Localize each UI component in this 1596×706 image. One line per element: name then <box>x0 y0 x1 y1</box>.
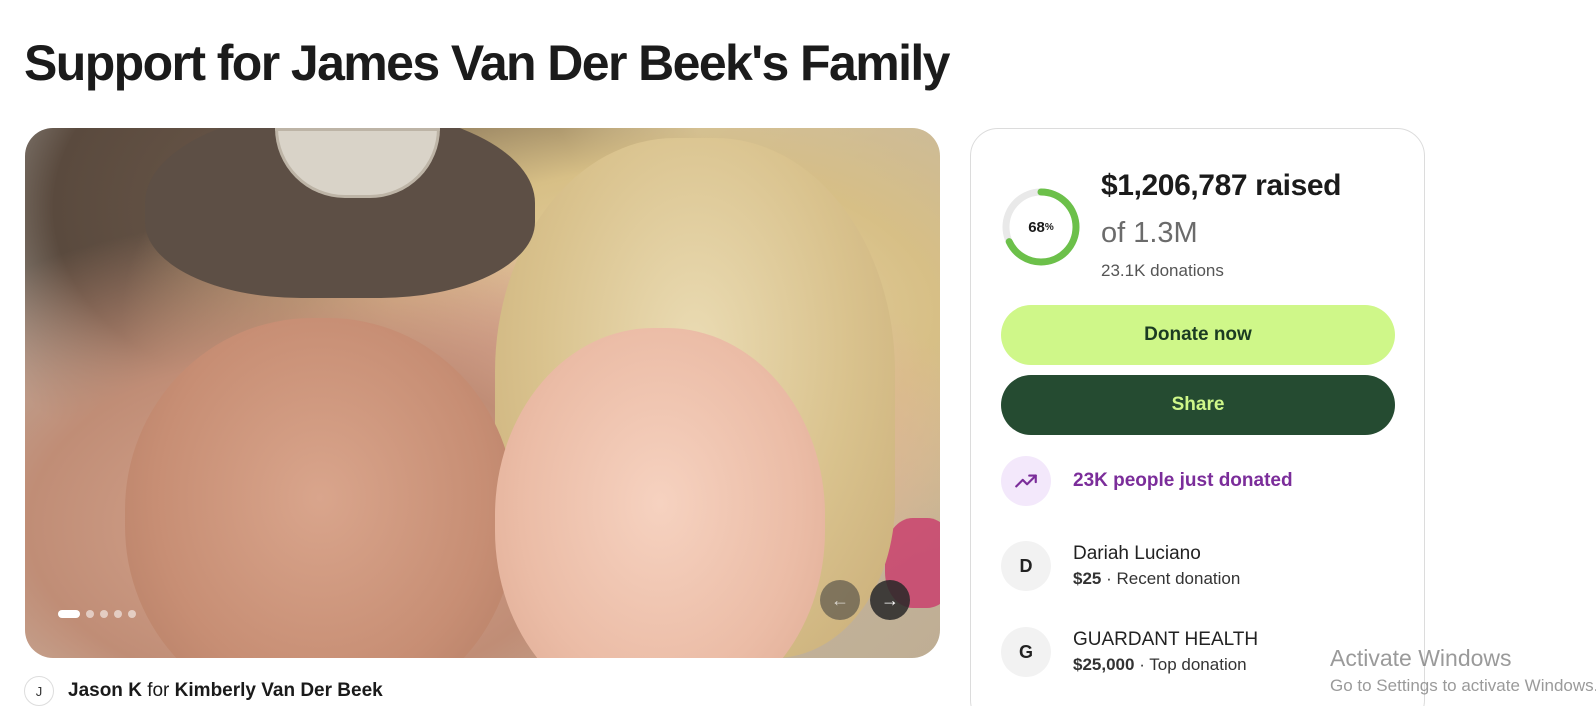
donation-list-item: D Dariah Luciano $25 · Recent donation <box>1001 541 1240 591</box>
activate-windows-watermark: Activate Windows Go to Settings to activ… <box>1330 645 1596 696</box>
arrow-left-icon: ← <box>831 589 849 610</box>
progress-percent: 68 <box>1028 218 1045 236</box>
amount-raised: $1,206,787 raised <box>1101 169 1342 202</box>
page-title: Support for James Van Der Beek's Family <box>24 35 950 91</box>
donation-panel: 68% $1,206,787 raised of 1.3M 23.1K dona… <box>970 128 1425 706</box>
gallery-next-button[interactable]: → <box>870 580 910 620</box>
donation-list-item: G GUARDANT HEALTH $25,000 · Top donation <box>1001 627 1258 677</box>
organizer-avatar[interactable]: J <box>24 676 54 706</box>
donation-amount: $25 <box>1073 569 1102 588</box>
watermark-subtitle: Go to Settings to activate Windows. <box>1330 676 1596 695</box>
donor-avatar: G <box>1001 627 1051 677</box>
gallery-dot[interactable] <box>100 610 108 618</box>
gallery-pagination <box>58 610 136 618</box>
watermark-title: Activate Windows <box>1330 645 1512 671</box>
donation-amount: $25,000 <box>1073 655 1135 674</box>
gallery-dot[interactable] <box>128 610 136 618</box>
trending-donations: 23K people just donated <box>1001 456 1293 506</box>
campaign-photo[interactable] <box>25 128 940 658</box>
donation-note: · Top donation <box>1139 655 1247 674</box>
donation-count: 23.1K donations <box>1101 261 1224 280</box>
donate-now-button[interactable]: Donate now <box>1001 305 1395 365</box>
share-button[interactable]: Share <box>1001 375 1395 435</box>
trending-text: 23K people just donated <box>1073 470 1293 491</box>
gallery-dot[interactable] <box>114 610 122 618</box>
goal-amount: of 1.3M <box>1101 217 1198 249</box>
donor-name: Dariah Luciano <box>1073 543 1201 564</box>
gallery-dot[interactable] <box>86 610 94 618</box>
donor-avatar: D <box>1001 541 1051 591</box>
donation-note: · Recent donation <box>1106 569 1241 588</box>
organizer-name[interactable]: Jason K <box>68 680 142 701</box>
gallery-dot-active[interactable] <box>58 610 80 618</box>
organizer-connector: for <box>147 680 170 701</box>
beneficiary-name[interactable]: Kimberly Van Der Beek <box>175 680 383 701</box>
organizer-line: J Jason K for Kimberly Van Der Beek <box>24 676 383 706</box>
trending-up-icon <box>1001 456 1051 506</box>
donor-name: GUARDANT HEALTH <box>1073 629 1259 650</box>
arrow-right-icon: → <box>881 589 899 610</box>
gallery-prev-button[interactable]: ← <box>820 580 860 620</box>
progress-percent-sign: % <box>1044 221 1054 233</box>
